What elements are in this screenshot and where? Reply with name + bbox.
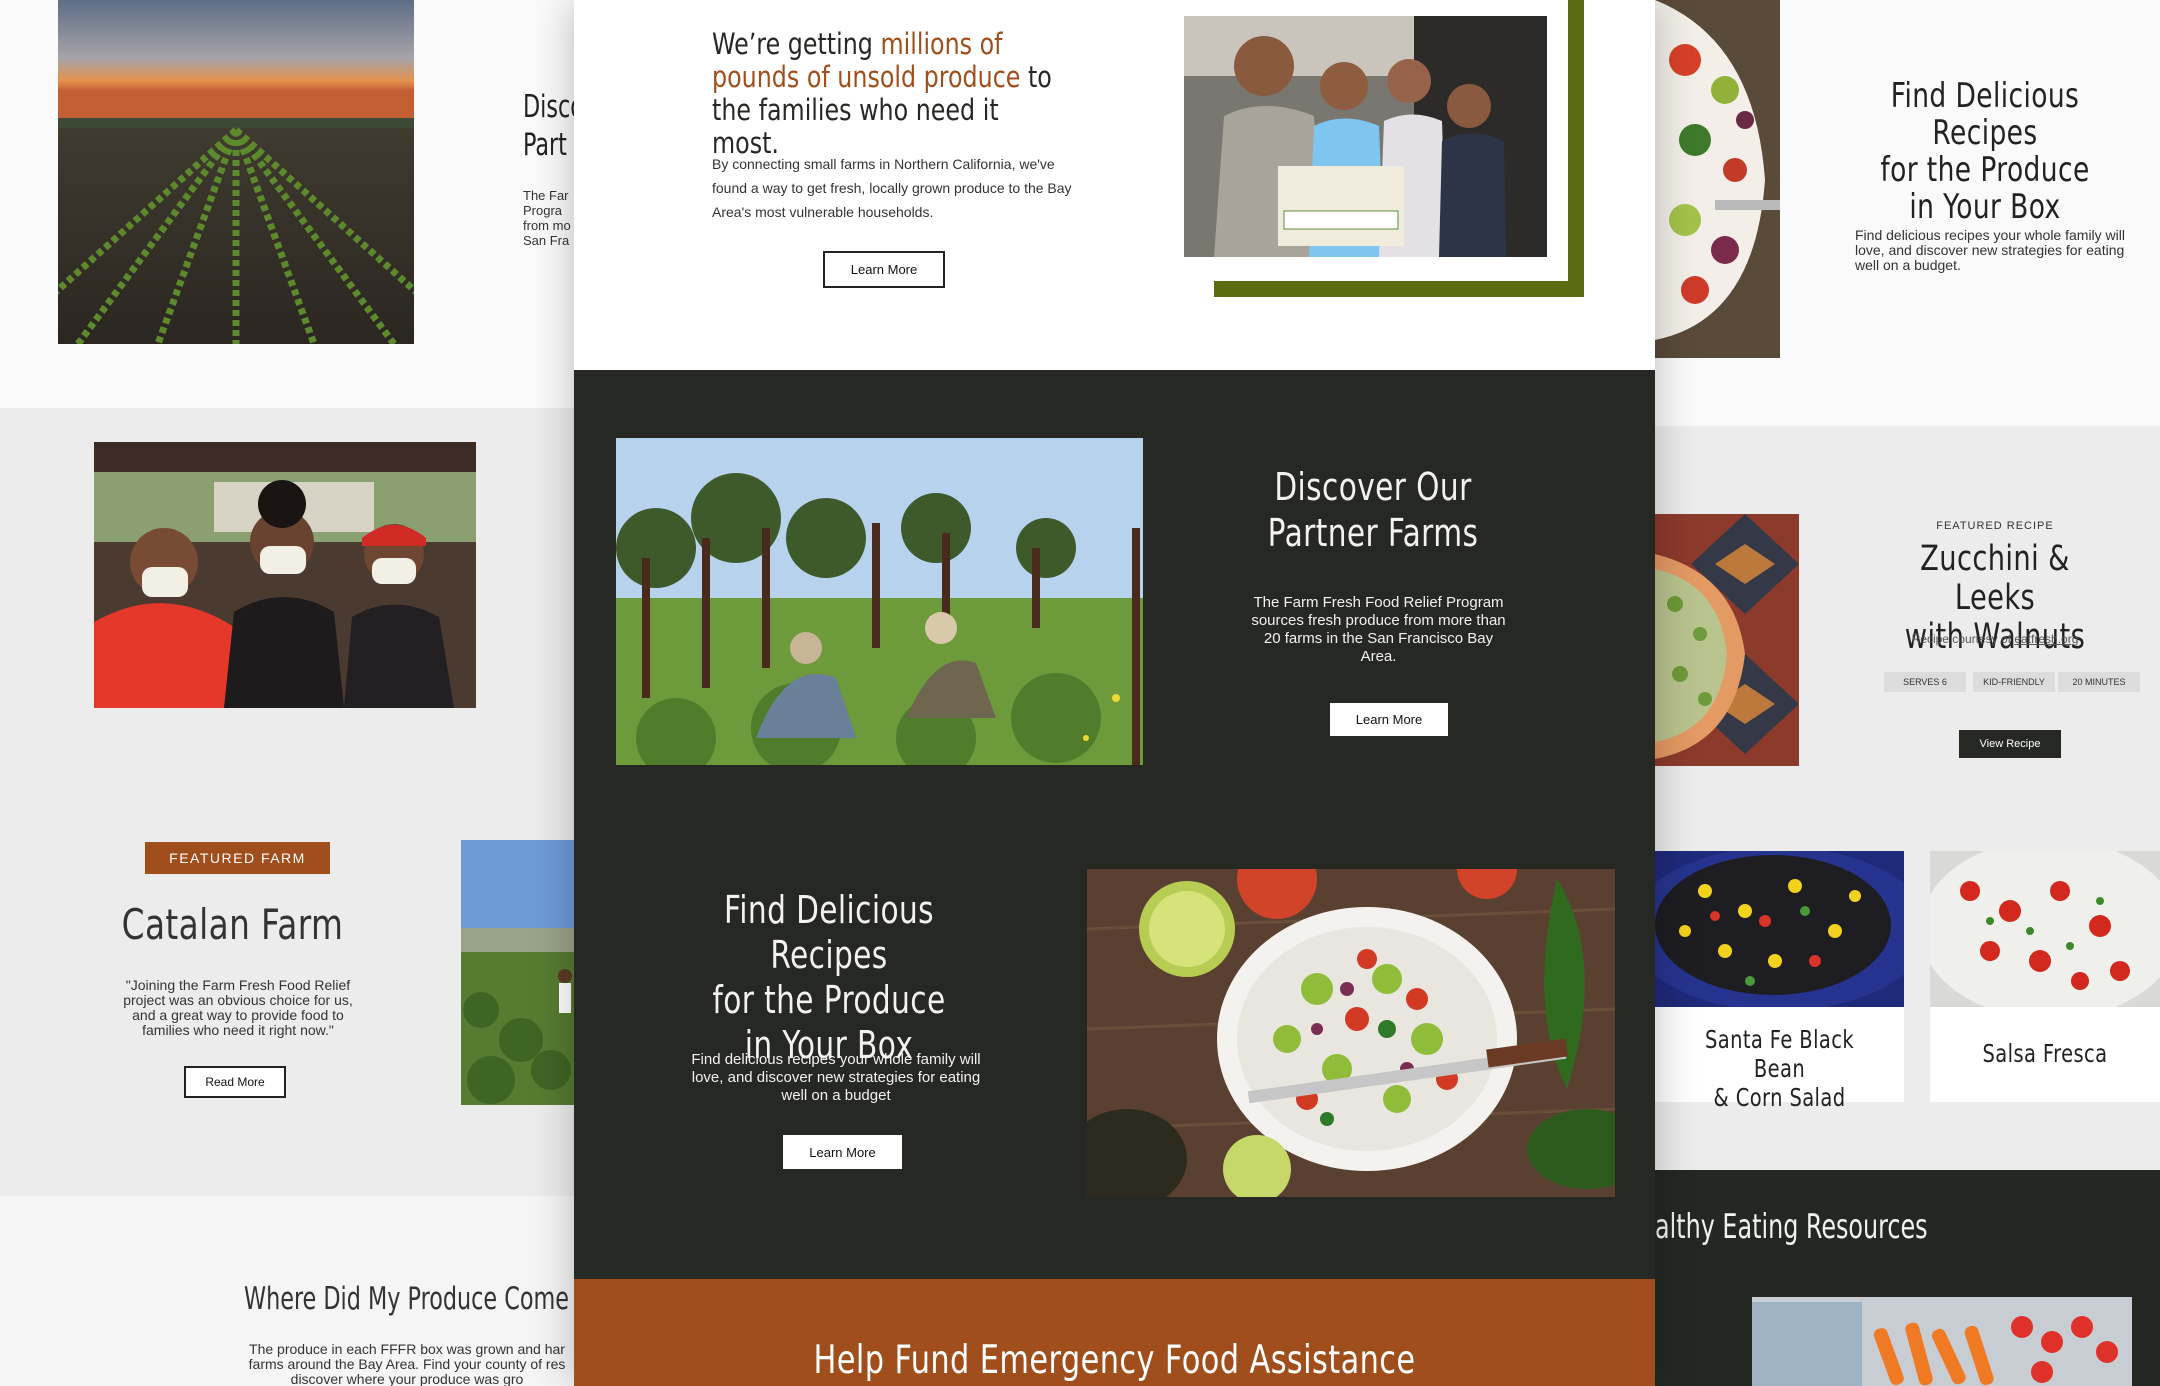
black-bean-image [1655, 851, 1904, 1007]
hero-heading: We’re getting millions of pounds of unso… [712, 27, 1052, 160]
recipe-courtesy: Recipe courtesy of eatfresh.org [1911, 632, 2079, 646]
salad-bowl-image [1087, 869, 1615, 1197]
partner-farms-heading: Discover Our Partner Farms [1267, 465, 1479, 555]
where-body: The produce in each FFFR box was grown a… [248, 1341, 566, 1386]
hero-learn-more-button[interactable]: Learn More [823, 251, 945, 288]
farm-field-image [58, 0, 414, 344]
read-more-button[interactable]: Read More [184, 1066, 286, 1098]
partner-farm-image [616, 438, 1143, 765]
right-recipes-heading: Find Delicious Recipes for the Produce i… [1880, 76, 2090, 227]
partner-farms-body: The Farm Fresh Food Relief Program sourc… [1251, 594, 1506, 665]
featured-farm-name: Catalan Farm [121, 900, 344, 949]
eatfresh-link[interactable]: eatfresh.org [2014, 632, 2078, 646]
recipes-heading: Find Delicious Recipes for the Produce i… [712, 888, 946, 1067]
right-page: Find Delicious Recipes for the Produce i… [1655, 0, 2160, 1386]
view-recipe-button[interactable]: View Recipe [1959, 730, 2061, 758]
resources-image [1752, 1297, 2132, 1386]
left-discover-body: The Far Progra from mo San Fra [523, 188, 571, 248]
black-bean-title: Santa Fe Black Bean & Corn Salad [1704, 1025, 1855, 1112]
salsa-title: Salsa Fresca [1982, 1039, 2108, 1068]
masked-workers-image [94, 442, 476, 708]
tag-kid-friendly: KID-FRIENDLY [1973, 672, 2055, 692]
family-photo [1184, 16, 1547, 257]
left-page: Disco Part The Far Progra from mo San Fr… [0, 0, 584, 1386]
featured-farm-quote: "Joining the Farm Fresh Food Relief proj… [123, 977, 353, 1038]
recipes-body: Find delicious recipes your whole family… [691, 1051, 981, 1104]
tag-serves: SERVES 6 [1884, 672, 1966, 692]
recipes-learn-more-button[interactable]: Learn More [783, 1135, 902, 1169]
partner-farms-learn-more-button[interactable]: Learn More [1330, 703, 1448, 736]
salad-image-top [1655, 0, 1780, 358]
farm-worker-image [461, 840, 581, 1105]
recipe-card-salsa[interactable]: Salsa Fresca [1930, 851, 2160, 1102]
center-page: We’re getting millions of pounds of unso… [574, 0, 1655, 1386]
fund-banner-heading: Help Fund Emergency Food Assistance [813, 1338, 1416, 1383]
recipe-card-black-bean[interactable]: Santa Fe Black Bean & Corn Salad [1655, 851, 1904, 1112]
featured-farm-badge: FEATURED FARM [145, 842, 330, 874]
salsa-image [1930, 851, 2160, 1007]
hero-body: By connecting small farms in Northern Ca… [712, 156, 1072, 220]
tag-minutes: 20 MINUTES [2058, 672, 2140, 692]
featured-recipe-label: FEATURED RECIPE [1936, 520, 2054, 532]
zucchini-image [1655, 514, 1799, 766]
right-recipes-body: Find delicious recipes your whole family… [1855, 227, 2125, 273]
resources-heading: althy Eating Resources [1655, 1207, 1928, 1247]
hero-section: We’re getting millions of pounds of unso… [574, 0, 1655, 370]
